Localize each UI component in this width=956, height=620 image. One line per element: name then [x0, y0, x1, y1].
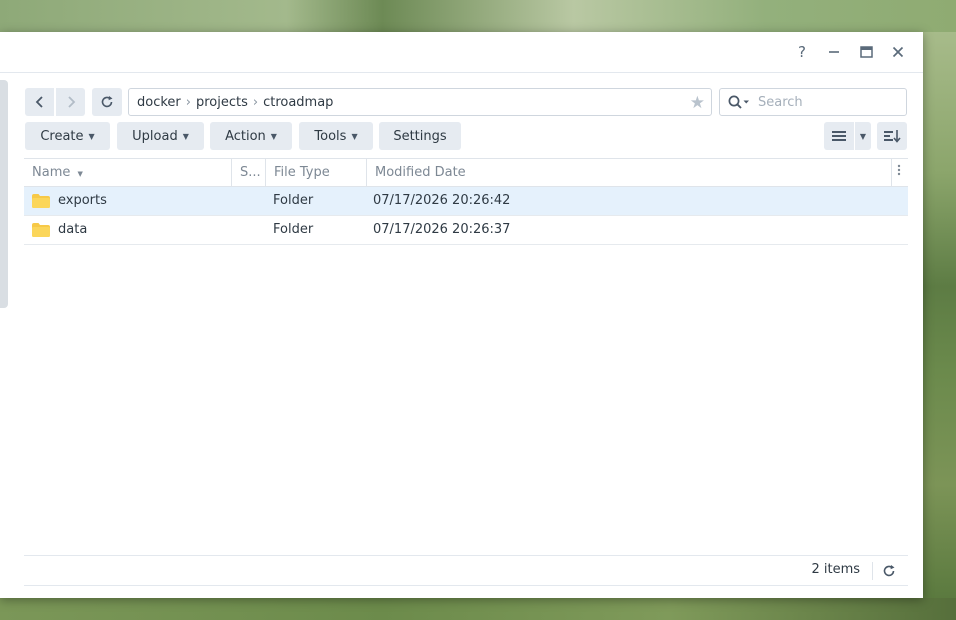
- folder-icon: [32, 194, 50, 208]
- maximize-button[interactable]: [855, 41, 877, 63]
- more-vertical-icon: [897, 164, 901, 176]
- list-view-icon: [832, 131, 846, 141]
- create-label: Create: [40, 128, 84, 144]
- chevron-right-icon: [67, 96, 75, 108]
- wallpaper-top: [0, 0, 956, 32]
- file-name[interactable]: exports: [58, 187, 107, 215]
- sort-button[interactable]: [877, 122, 907, 150]
- column-name-label: Name: [32, 165, 71, 180]
- breadcrumb-docker[interactable]: docker: [137, 95, 181, 110]
- breadcrumb-separator: ›: [185, 94, 191, 110]
- modified-date: 07/17/2026 20:26:42: [373, 193, 511, 208]
- caret-down-icon: ▼: [351, 131, 358, 141]
- create-button[interactable]: Create ▼: [25, 122, 110, 150]
- minimize-icon: [829, 51, 839, 53]
- caret-down-icon: ▼: [88, 131, 95, 141]
- search-input[interactable]: [756, 93, 900, 111]
- refresh-button[interactable]: [92, 88, 122, 116]
- titlebar-divider: [0, 72, 923, 73]
- caret-down-icon: ▼: [859, 131, 867, 141]
- title-bar[interactable]: ?: [0, 32, 923, 72]
- minimize-button[interactable]: [823, 41, 845, 63]
- settings-label: Settings: [393, 128, 447, 144]
- caret-down-icon: ▼: [270, 131, 277, 141]
- file-station-window: ? docker › projects › ctroadmap ★ Search…: [0, 32, 923, 598]
- caret-down-icon: ▼: [182, 131, 189, 141]
- sidebar-collapse-handle[interactable]: [0, 80, 8, 308]
- file-name[interactable]: data: [58, 216, 87, 244]
- breadcrumb-ctroadmap[interactable]: ctroadmap: [263, 95, 333, 110]
- maximize-icon: [859, 46, 873, 58]
- path-bar[interactable]: docker › projects › ctroadmap ★: [128, 88, 712, 116]
- tools-label: Tools: [314, 128, 347, 144]
- settings-button[interactable]: Settings: [379, 122, 461, 150]
- table-row[interactable]: data Folder 07/17/2026 20:26:37: [24, 216, 908, 245]
- column-header-file-type[interactable]: File Type: [266, 159, 366, 186]
- footer-bottom-divider: [24, 585, 908, 586]
- footer-divider: [24, 555, 908, 556]
- close-icon: [892, 46, 904, 58]
- item-count: 2 items: [811, 562, 860, 577]
- table-header: Name ▼ S... File Type Modified Date: [24, 158, 908, 187]
- window-controls: ?: [791, 41, 909, 63]
- column-options-icon[interactable]: [892, 159, 908, 186]
- list-view-button[interactable]: [824, 122, 854, 150]
- tools-button[interactable]: Tools ▼: [299, 122, 373, 150]
- table-row[interactable]: exports Folder 07/17/2026 20:26:42: [24, 187, 908, 216]
- wallpaper-bottom: [0, 598, 956, 620]
- refresh-icon: [883, 565, 895, 577]
- favorite-star-icon[interactable]: ★: [690, 93, 705, 113]
- upload-label: Upload: [132, 128, 178, 144]
- view-options-dropdown[interactable]: ▼: [855, 122, 871, 150]
- refresh-icon: [101, 96, 113, 108]
- help-button[interactable]: ?: [791, 41, 813, 63]
- chevron-left-icon: [35, 96, 43, 108]
- sort-icon: [884, 130, 901, 143]
- footer-refresh-button[interactable]: [879, 561, 899, 581]
- file-type: Folder: [273, 193, 314, 208]
- modified-date: 07/17/2026 20:26:37: [373, 222, 511, 237]
- breadcrumb-projects[interactable]: projects: [196, 95, 248, 110]
- column-header-size[interactable]: S...: [232, 159, 265, 186]
- back-button[interactable]: [25, 88, 54, 116]
- file-type: Folder: [273, 222, 314, 237]
- search-box[interactable]: [719, 88, 907, 116]
- breadcrumb-separator: ›: [252, 94, 259, 110]
- close-button[interactable]: [887, 41, 909, 63]
- sort-caret-icon: ▼: [77, 170, 83, 178]
- folder-icon: [32, 223, 50, 237]
- column-header-modified-date[interactable]: Modified Date: [367, 159, 891, 186]
- search-icon[interactable]: [728, 95, 750, 109]
- action-button[interactable]: Action ▼: [210, 122, 292, 150]
- forward-button[interactable]: [56, 88, 85, 116]
- wallpaper-right: [923, 32, 956, 598]
- column-header-name[interactable]: Name ▼: [24, 159, 231, 186]
- upload-button[interactable]: Upload ▼: [117, 122, 204, 150]
- action-label: Action: [225, 128, 266, 144]
- footer-separator: [872, 562, 873, 580]
